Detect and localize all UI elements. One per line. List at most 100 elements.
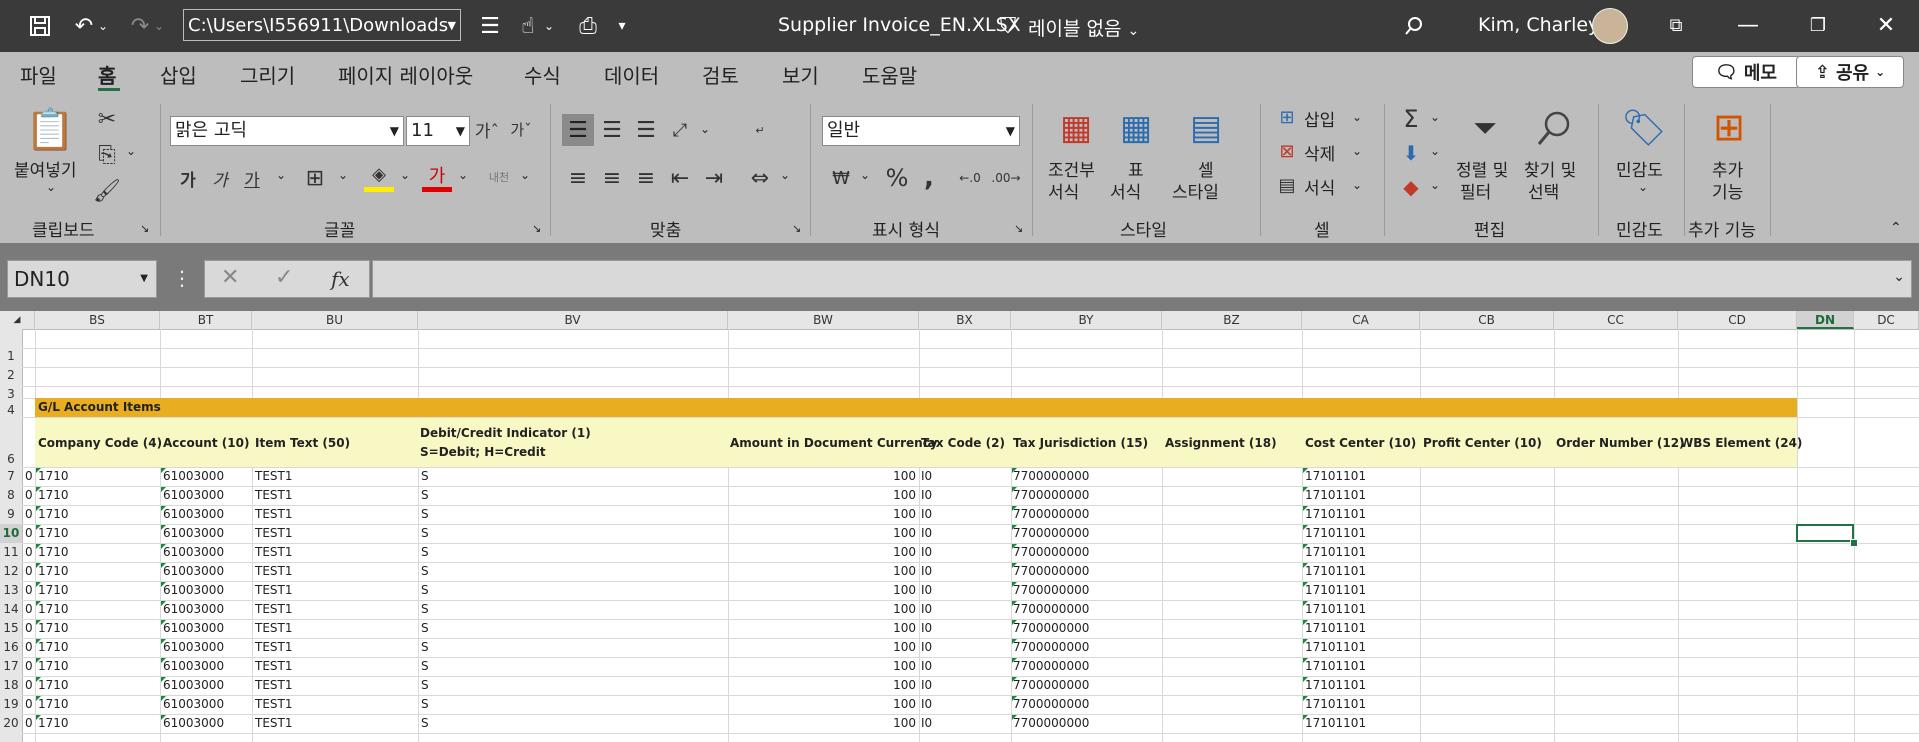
cell-debit-credit[interactable]: S	[421, 619, 429, 638]
cell-tax-jurisdiction[interactable]: 7700000000	[1013, 486, 1089, 505]
cell-tax-jurisdiction[interactable]: 7700000000	[1013, 505, 1089, 524]
delete-cells-icon[interactable]: ⊠	[1274, 138, 1300, 164]
orientation-icon[interactable]: ⤢	[664, 114, 696, 146]
merge-center-icon[interactable]: ⇔	[744, 162, 776, 194]
row-header[interactable]: 9	[0, 505, 22, 524]
share-button[interactable]: ⇪ 공유 ⌄	[1796, 56, 1904, 88]
autosum-icon[interactable]: Σ	[1396, 104, 1426, 134]
cell-item-text[interactable]: TEST1	[255, 695, 293, 714]
cell-tax-jurisdiction[interactable]: 7700000000	[1013, 600, 1089, 619]
expand-formula-icon[interactable]: ⌄	[1893, 269, 1905, 285]
cell-tax-code[interactable]: I0	[921, 619, 932, 638]
cell-cost-center[interactable]: 17101101	[1305, 505, 1366, 524]
cell-account[interactable]: 61003000	[163, 562, 224, 581]
bold-icon[interactable]: 가	[174, 164, 202, 192]
row-header[interactable]: 17	[0, 657, 22, 676]
cell-cost-center[interactable]: 17101101	[1305, 714, 1366, 733]
list-icon[interactable]: ☰	[474, 10, 506, 42]
paste-label[interactable]: 붙여넣기	[14, 156, 77, 181]
cell-cost-center[interactable]: 17101101	[1305, 600, 1366, 619]
cell-cost-center[interactable]: 17101101	[1305, 562, 1366, 581]
row-header[interactable]: 16	[0, 638, 22, 657]
decrease-font-icon[interactable]: 가ˇ	[506, 114, 536, 144]
cell-item-text[interactable]: TEST1	[255, 581, 293, 600]
font-name-select[interactable]: 맑은 고딕 ▼	[170, 116, 404, 146]
cancel-icon[interactable]: ✕	[221, 265, 239, 290]
cell-cost-center[interactable]: 17101101	[1305, 676, 1366, 695]
cell-debit-credit[interactable]: S	[421, 524, 429, 543]
cell-tax-jurisdiction[interactable]: 7700000000	[1013, 676, 1089, 695]
chevron-down-icon[interactable]: ⌄	[1430, 110, 1440, 124]
cell-item-text[interactable]: TEST1	[255, 638, 293, 657]
align-center-icon[interactable]: ≡	[596, 162, 628, 194]
cell-debit-credit[interactable]: S	[421, 581, 429, 600]
cell-item-text[interactable]: TEST1	[255, 505, 293, 524]
cell-tax-code[interactable]: I0	[921, 486, 932, 505]
cell-account[interactable]: 61003000	[163, 676, 224, 695]
cell-tax-jurisdiction[interactable]: 7700000000	[1013, 638, 1089, 657]
cell-company-code[interactable]: 1710	[38, 714, 69, 733]
column-header[interactable]: BW	[728, 311, 919, 329]
row-header[interactable]: 15	[0, 619, 22, 638]
close-icon[interactable]: ✕	[1866, 8, 1906, 42]
cell-tax-jurisdiction[interactable]: 7700000000	[1013, 657, 1089, 676]
column-header[interactable]: BX	[919, 311, 1011, 329]
cell-company-code[interactable]: 1710	[38, 581, 69, 600]
chevron-down-icon[interactable]: ⌄	[126, 144, 136, 158]
row-header[interactable]: 7	[0, 467, 22, 486]
chevron-down-icon[interactable]: ⌄	[1430, 178, 1440, 192]
cell-cost-center[interactable]: 17101101	[1305, 619, 1366, 638]
cell-styles-icon[interactable]: ▤	[1184, 106, 1228, 150]
cell-amount[interactable]: 100	[728, 714, 916, 733]
chevron-down-icon[interactable]: ⌄	[700, 122, 710, 136]
cut-icon[interactable]: ✂	[92, 104, 122, 134]
cell-company-code[interactable]: 1710	[38, 543, 69, 562]
cell-cost-center[interactable]: 17101101	[1305, 524, 1366, 543]
restore-icon[interactable]: ❐	[1798, 8, 1838, 42]
chevron-down-icon[interactable]: ⌄	[1352, 144, 1362, 158]
dialog-launcher-icon[interactable]: ↘	[792, 222, 801, 235]
column-header[interactable]: BT	[160, 311, 252, 329]
cell-tax-code[interactable]: I0	[921, 638, 932, 657]
cell-lead[interactable]: 0	[25, 638, 33, 657]
cell-item-text[interactable]: TEST1	[255, 486, 293, 505]
cell-tax-jurisdiction[interactable]: 7700000000	[1013, 562, 1089, 581]
cell-account[interactable]: 61003000	[163, 695, 224, 714]
chevron-down-icon[interactable]: ⌄	[46, 180, 56, 194]
cell-cost-center[interactable]: 17101101	[1305, 638, 1366, 657]
row-header[interactable]: 6	[0, 451, 22, 467]
cell-lead[interactable]: 0	[25, 467, 33, 486]
row-header[interactable]: 11	[0, 543, 22, 562]
cell-lead[interactable]: 0	[25, 543, 33, 562]
cell-account[interactable]: 61003000	[163, 505, 224, 524]
wrap-text-icon[interactable]: ↵	[744, 114, 776, 146]
find-select-label-2[interactable]: 선택	[1528, 178, 1559, 203]
memo-button[interactable]: 🗨 메모	[1692, 56, 1800, 88]
cell-tax-jurisdiction[interactable]: 7700000000	[1013, 619, 1089, 638]
cell-lead[interactable]: 0	[25, 619, 33, 638]
row-header[interactable]: 19	[0, 695, 22, 714]
selected-cell[interactable]	[1796, 524, 1854, 542]
cell-lead[interactable]: 0	[25, 657, 33, 676]
format-as-table-label-2[interactable]: 서식	[1110, 178, 1141, 203]
cell-debit-credit[interactable]: S	[421, 486, 429, 505]
cell-item-text[interactable]: TEST1	[255, 676, 293, 695]
tab-file[interactable]: 파일	[20, 60, 57, 89]
align-left-icon[interactable]: ≡	[562, 162, 594, 194]
cell-cost-center[interactable]: 17101101	[1305, 543, 1366, 562]
fill-icon[interactable]: ⬇	[1396, 138, 1426, 168]
phonetic-icon[interactable]: 내천	[484, 162, 514, 192]
cell-cost-center[interactable]: 17101101	[1305, 581, 1366, 600]
chevron-down-icon[interactable]: ⌄	[458, 168, 468, 182]
file-path-box[interactable]: C:\Users\I556911\Downloads ▼	[183, 9, 461, 41]
number-format-select[interactable]: 일반 ▼	[822, 116, 1020, 146]
cell-tax-jurisdiction[interactable]: 7700000000	[1013, 581, 1089, 600]
tab-review[interactable]: 검토	[702, 60, 739, 89]
cell-company-code[interactable]: 1710	[38, 467, 69, 486]
chevron-down-icon[interactable]: ⌄	[276, 168, 286, 182]
cell-company-code[interactable]: 1710	[38, 619, 69, 638]
cell-lead[interactable]: 0	[25, 676, 33, 695]
cell-company-code[interactable]: 1710	[38, 676, 69, 695]
enter-icon[interactable]: ✓	[275, 265, 293, 290]
cell-cost-center[interactable]: 17101101	[1305, 486, 1366, 505]
